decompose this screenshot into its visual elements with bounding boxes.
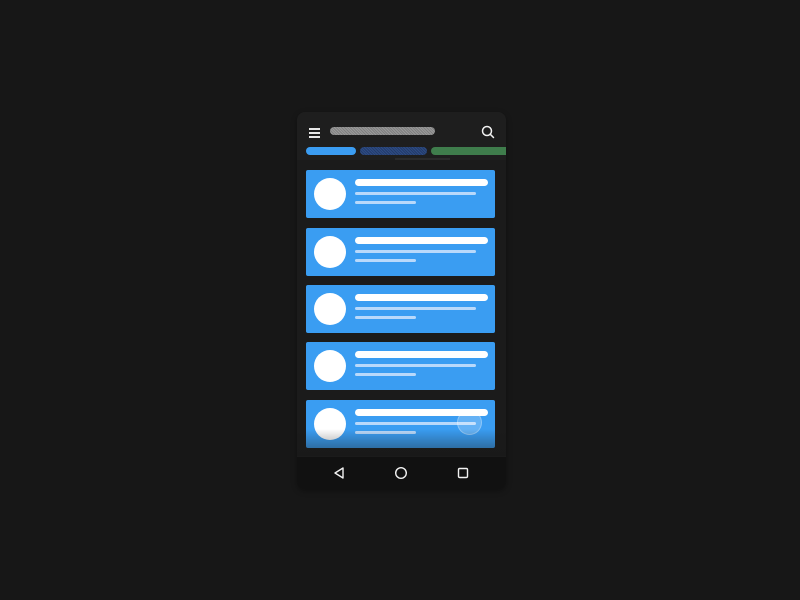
list-item[interactable] (306, 285, 495, 333)
avatar (314, 293, 346, 325)
tab-3[interactable] (431, 147, 506, 155)
title-placeholder (330, 127, 435, 135)
avatar (314, 178, 346, 210)
touch-ripple (457, 410, 482, 435)
avatar (314, 408, 346, 440)
meta-placeholder-line (355, 373, 416, 376)
tab-2[interactable] (360, 147, 427, 155)
tab-1[interactable] (306, 147, 356, 155)
meta-placeholder-line (355, 431, 416, 434)
avatar (314, 350, 346, 382)
menu-icon[interactable] (309, 127, 323, 139)
recent-apps-icon[interactable] (455, 465, 471, 481)
subtitle-placeholder-line (355, 250, 476, 253)
subtitle-placeholder-line (355, 307, 476, 310)
tab-bar (297, 147, 506, 157)
system-nav-bar (297, 457, 506, 489)
subtitle-placeholder-line (355, 364, 476, 367)
back-icon[interactable] (331, 465, 347, 481)
phone-screen (297, 112, 506, 489)
avatar (314, 236, 346, 268)
title-placeholder-line (355, 237, 488, 244)
list-item[interactable] (306, 170, 495, 218)
list-item[interactable] (306, 228, 495, 276)
meta-placeholder-line (355, 259, 416, 262)
title-placeholder-line (355, 294, 488, 301)
list-item[interactable] (306, 342, 495, 390)
home-icon[interactable] (393, 465, 409, 481)
subtitle-placeholder-line (355, 192, 476, 195)
title-placeholder-line (355, 351, 488, 358)
search-icon[interactable] (481, 125, 495, 139)
tab-indicator (395, 158, 450, 160)
title-placeholder-line (355, 179, 488, 186)
meta-placeholder-line (355, 316, 416, 319)
app-bar (297, 112, 506, 160)
meta-placeholder-line (355, 201, 416, 204)
